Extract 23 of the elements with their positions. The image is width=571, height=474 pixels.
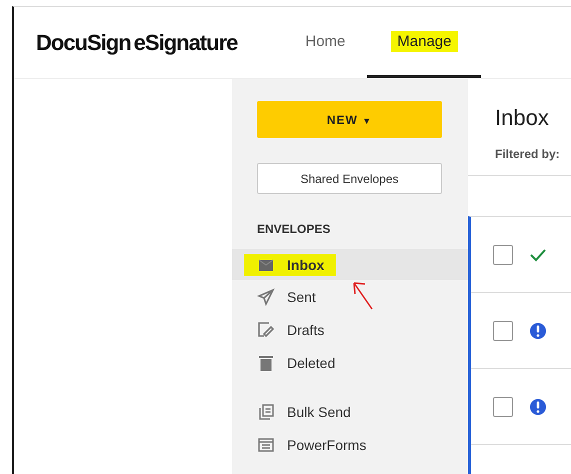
sidebar-item[interactable]: Bulk Send	[232, 395, 468, 428]
sidebar-item[interactable]: Inbox	[232, 249, 468, 280]
page-title: Inbox	[495, 105, 550, 131]
exclamation-icon	[529, 398, 547, 416]
shared-envelopes-button[interactable]: Shared Envelopes	[257, 163, 442, 194]
sidebar-item[interactable]: PowerForms	[232, 428, 468, 461]
checkbox[interactable]	[493, 396, 513, 416]
nav-tab[interactable]: Home	[283, 7, 368, 78]
new-button[interactable]: NEW ▼	[257, 101, 442, 138]
filter-label: Filtered by:	[495, 147, 561, 161]
sidebar-item[interactable]: Sent	[232, 280, 468, 313]
exclamation-icon	[529, 322, 547, 340]
logo: DocuSigneSignature	[35, 28, 238, 57]
paper-plane-icon	[257, 288, 275, 306]
trash-icon	[257, 354, 275, 372]
checkbox[interactable]	[493, 244, 513, 264]
pencil-icon	[257, 320, 275, 338]
stacked-pages-icon	[257, 402, 275, 420]
section-heading: ENVELOPES	[257, 222, 332, 236]
form-icon	[257, 436, 275, 454]
sidebar-item[interactable]: Drafts	[232, 313, 468, 346]
sidebar-item[interactable]: Deleted	[232, 346, 468, 379]
checkbox[interactable]	[493, 320, 513, 340]
